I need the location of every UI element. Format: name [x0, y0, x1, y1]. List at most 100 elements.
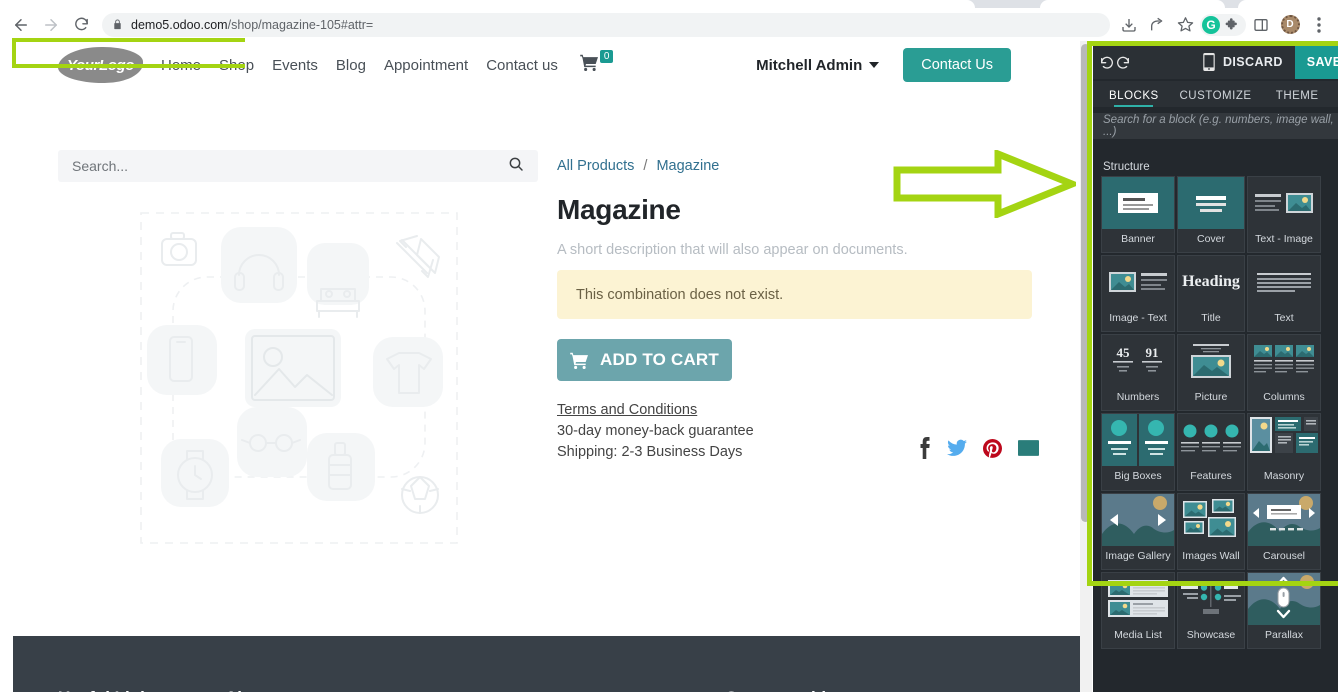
cover-thumb-icon: [1178, 177, 1244, 229]
grammarly-extension-button[interactable]: G: [1200, 13, 1246, 36]
banner-thumb-icon: [1102, 177, 1174, 229]
block-search-input[interactable]: Search for a block (e.g. numbers, image …: [1093, 113, 1338, 139]
email-icon[interactable]: [1018, 440, 1039, 456]
combination-alert: This combination does not exist.: [557, 270, 1032, 319]
tab-blocks[interactable]: BLOCKS: [1093, 90, 1175, 107]
block-label: Picture: [1194, 391, 1228, 404]
redo-icon[interactable]: [1115, 47, 1131, 77]
block-cover[interactable]: Cover: [1177, 176, 1245, 254]
block-label: Columns: [1263, 391, 1305, 404]
page-viewport: YourLogo Home Shop Events Blog Appointme…: [0, 41, 1086, 692]
browser-tab-2[interactable]: [1040, 0, 1225, 8]
extensions-puzzle-icon[interactable]: [1220, 14, 1244, 36]
block-title[interactable]: Heading Title: [1177, 255, 1245, 333]
showcase-thumb-icon: [1178, 573, 1244, 625]
alert-text: This combination does not exist.: [576, 286, 784, 303]
contact-us-button[interactable]: Contact Us: [903, 48, 1011, 82]
lock-icon: [112, 18, 123, 31]
block-media-list[interactable]: Media List: [1101, 571, 1175, 649]
numbers-thumb-icon: 45 91: [1102, 335, 1174, 387]
share-icon[interactable]: [1144, 12, 1170, 38]
block-parallax[interactable]: Parallax: [1247, 571, 1321, 649]
block-images-wall[interactable]: Images Wall: [1177, 492, 1245, 570]
add-to-cart-button[interactable]: ADD TO CART: [557, 339, 732, 381]
parallax-thumb-icon: [1248, 572, 1320, 625]
address-bar[interactable]: demo5.odoo.com/shop/magazine-105#attr=: [102, 12, 1110, 37]
block-label: Showcase: [1186, 628, 1236, 641]
bookmark-star-icon[interactable]: [1172, 12, 1198, 38]
block-big-boxes[interactable]: Big Boxes: [1101, 413, 1175, 491]
block-label: Text - Image: [1255, 233, 1313, 245]
images-wall-thumb-icon: [1178, 494, 1244, 546]
builder-tabs: BLOCKS CUSTOMIZE THEME: [1093, 81, 1338, 107]
block-text[interactable]: Text: [1247, 255, 1321, 333]
product-image-placeholder[interactable]: [121, 197, 477, 565]
back-arrow-icon[interactable]: [6, 10, 36, 40]
terms-and-conditions-link[interactable]: Terms and Conditions: [557, 402, 697, 418]
block-label: Cover: [1196, 233, 1225, 245]
user-menu-label[interactable]: Mitchell Admin: [756, 57, 862, 74]
shopping-cart-icon: [570, 352, 589, 369]
side-panel-icon[interactable]: [1248, 12, 1274, 38]
nav-item-events[interactable]: Events: [272, 57, 318, 74]
browser-tab-strip: [0, 0, 1338, 8]
block-label: Title: [1201, 312, 1221, 325]
search-placeholder: Search...: [72, 158, 129, 174]
page-title: Magazine: [557, 194, 681, 225]
cart-button[interactable]: 0: [580, 50, 614, 76]
section-label-structure: Structure: [1103, 161, 1150, 173]
reload-icon[interactable]: [66, 10, 96, 40]
search-input[interactable]: Search...: [58, 150, 538, 182]
block-features[interactable]: Features: [1177, 413, 1245, 491]
profile-avatar-icon[interactable]: D: [1276, 12, 1304, 38]
block-label: Banner: [1121, 233, 1155, 245]
install-app-icon[interactable]: [1116, 12, 1142, 38]
builder-topbar: DISCARD SAVE: [1093, 45, 1338, 79]
undo-icon[interactable]: [1099, 47, 1115, 77]
columns-thumb-icon: [1248, 335, 1320, 387]
chrome-menu-icon[interactable]: [1306, 12, 1332, 38]
pinterest-icon[interactable]: [983, 438, 1002, 458]
block-image-text[interactable]: Image - Text: [1101, 255, 1175, 333]
browser-tab-3[interactable]: [1238, 0, 1338, 8]
shipping-text: Shipping: 2-3 Business Days: [557, 444, 743, 460]
facebook-icon[interactable]: [918, 437, 931, 459]
block-picture[interactable]: Picture: [1177, 334, 1245, 412]
block-text-image[interactable]: Text - Image: [1247, 176, 1321, 254]
tab-theme[interactable]: THEME: [1256, 90, 1338, 107]
browser-tab-active[interactable]: [0, 0, 975, 8]
block-carousel[interactable]: Carousel: [1247, 492, 1321, 570]
block-label: Images Wall: [1182, 549, 1240, 562]
block-banner[interactable]: Banner: [1101, 176, 1175, 254]
nav-item-blog[interactable]: Blog: [336, 57, 366, 74]
forward-arrow-icon: [36, 10, 66, 40]
chevron-down-icon[interactable]: [869, 62, 880, 68]
block-label: Image Gallery: [1105, 549, 1171, 562]
big-boxes-thumb-icon: [1102, 414, 1174, 467]
page-scrollbar-thumb[interactable]: [1081, 44, 1090, 522]
header-right-group: Mitchell Admin Contact Us: [756, 48, 1011, 82]
twitter-icon[interactable]: [947, 439, 967, 457]
title-thumb-text: Heading: [1182, 273, 1240, 291]
block-showcase[interactable]: Showcase: [1177, 571, 1245, 649]
footer-heading-useful-links: Useful Links: [58, 688, 159, 692]
block-label: Big Boxes: [1114, 470, 1162, 483]
text-image-thumb-icon: [1248, 177, 1320, 229]
breadcrumb-all-products[interactable]: All Products: [557, 158, 634, 174]
search-icon[interactable]: [508, 156, 524, 177]
mobile-preview-icon[interactable]: [1203, 47, 1215, 77]
picture-thumb-icon: [1178, 335, 1244, 387]
text-thumb-icon: [1248, 256, 1320, 308]
tab-customize[interactable]: CUSTOMIZE: [1175, 90, 1257, 107]
block-masonry[interactable]: Masonry: [1247, 413, 1321, 491]
block-numbers[interactable]: 45 91 Numbers: [1101, 334, 1175, 412]
block-search-placeholder: Search for a block (e.g. numbers, image …: [1103, 114, 1334, 138]
discard-button[interactable]: DISCARD: [1223, 55, 1283, 69]
block-grid: Banner Cover Text - Image Image - Text H…: [1101, 176, 1321, 649]
block-columns[interactable]: Columns: [1247, 334, 1321, 412]
nav-item-contact-us[interactable]: Contact us: [486, 57, 558, 74]
block-image-gallery[interactable]: Image Gallery: [1101, 492, 1175, 570]
save-button[interactable]: SAVE: [1294, 45, 1338, 79]
image-text-thumb-icon: [1102, 256, 1174, 308]
nav-item-appointment[interactable]: Appointment: [384, 57, 468, 74]
